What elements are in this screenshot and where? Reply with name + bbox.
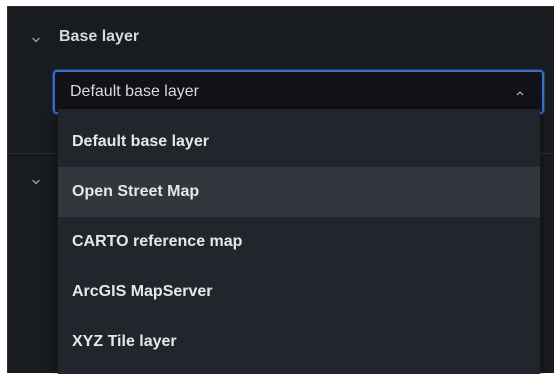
option-xyz-tile-layer[interactable]: XYZ Tile layer <box>58 317 540 367</box>
chevron-down-icon[interactable] <box>30 34 42 46</box>
options-panel: Base layer Default base layer Default ba… <box>7 6 554 374</box>
option-open-street-map[interactable]: Open Street Map <box>58 167 540 217</box>
section-title: Base layer <box>59 28 140 45</box>
base-layer-section-header[interactable]: Base layer <box>8 7 554 69</box>
base-layer-dropdown-menu: Default base layer Open Street Map CARTO… <box>58 109 540 374</box>
base-layer-select[interactable]: Default base layer <box>53 70 544 114</box>
select-value: Default base layer <box>70 83 199 100</box>
option-carto-reference-map[interactable]: CARTO reference map <box>58 217 540 267</box>
chevron-down-icon[interactable] <box>30 176 42 188</box>
option-default-base-layer[interactable]: Default base layer <box>58 117 540 167</box>
option-arcgis-mapserver[interactable]: ArcGIS MapServer <box>58 267 540 317</box>
chevron-up-icon[interactable] <box>515 88 525 98</box>
